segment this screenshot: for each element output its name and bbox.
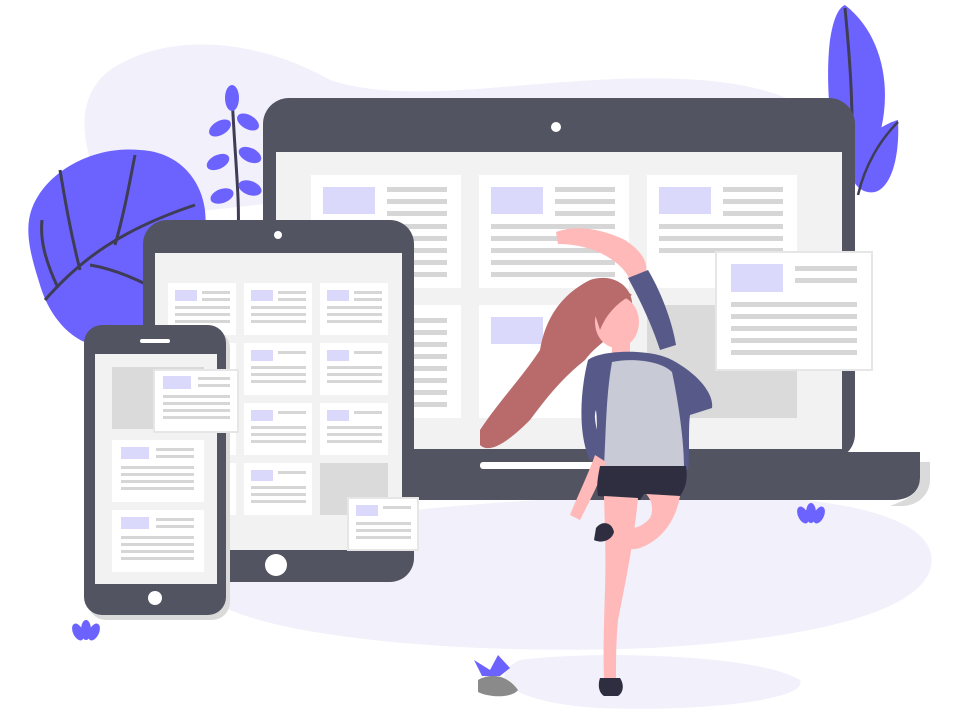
tablet-camera [274,231,282,239]
phone-speaker [140,339,170,343]
tablet-home-button [265,554,287,576]
shorts [597,466,687,500]
laptop-hinge [480,462,600,469]
shoe-icon [598,678,623,696]
responsive-design-illustration [28,5,932,709]
laptop-camera [551,122,561,132]
phone [84,325,239,620]
floating-card-right [715,251,873,371]
phone-home-button [148,591,162,605]
floating-card-tablet [347,497,419,551]
shirt [604,360,684,466]
floor-shadow [504,655,801,709]
floating-card-phone [153,369,239,433]
twig-leaf-icon [225,85,239,111]
shoe-icon [474,655,510,676]
floor-plant-left [72,620,100,641]
